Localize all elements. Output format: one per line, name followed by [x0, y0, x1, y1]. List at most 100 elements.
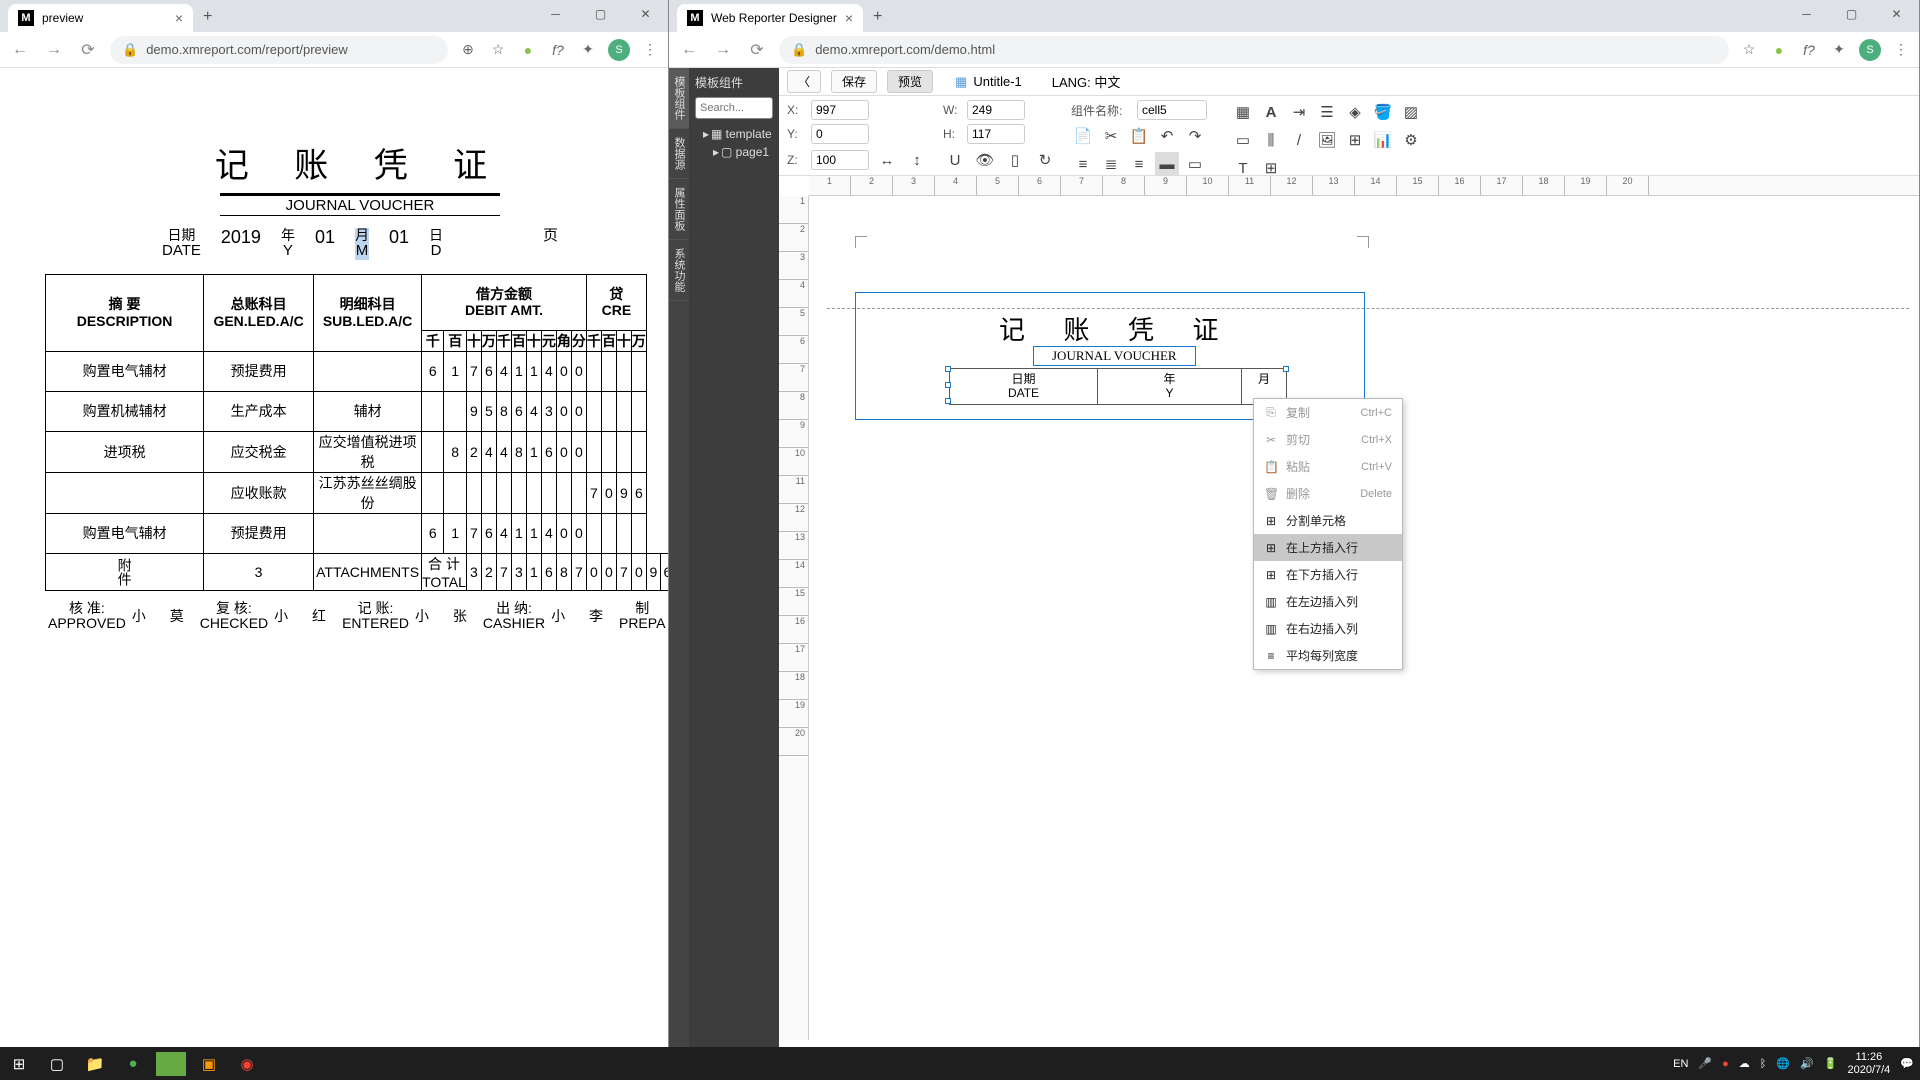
y-input[interactable] — [811, 124, 869, 144]
reload-icon[interactable]: ⟳ — [745, 40, 769, 60]
sidebar-tab[interactable]: 数据源 — [669, 129, 689, 179]
tray-vol-icon[interactable]: 🔊 — [1800, 1057, 1814, 1070]
star-icon[interactable]: ☆ — [488, 41, 508, 58]
tray-rec-icon[interactable]: ● — [1722, 1058, 1729, 1070]
close-button[interactable]: ✕ — [623, 0, 668, 28]
rotate-icon[interactable]: ↻ — [1033, 148, 1057, 172]
ctx-item[interactable]: ⊞在下方插入行 — [1254, 561, 1402, 588]
new-tab-button[interactable]: + — [193, 2, 222, 32]
app-icon[interactable] — [156, 1052, 186, 1076]
tray-mic-icon[interactable]: 🎤 — [1698, 1057, 1712, 1070]
reload-icon[interactable]: ⟳ — [76, 40, 100, 60]
gear-icon[interactable]: ⚙ — [1399, 128, 1423, 152]
task-view-icon[interactable]: ▢ — [38, 1047, 76, 1080]
tree-item-page1[interactable]: ▸▢ page1 — [695, 143, 773, 161]
profile-avatar[interactable]: S — [1859, 39, 1881, 61]
extensions-icon[interactable]: ✦ — [578, 41, 598, 58]
line-icon[interactable]: / — [1287, 128, 1311, 152]
h-input[interactable] — [967, 124, 1025, 144]
tree-item-template[interactable]: ▸▦ template — [695, 125, 773, 143]
canvas-title-en[interactable]: JOURNAL VOUCHER — [1033, 346, 1196, 366]
clock[interactable]: 11:262020/7/4 — [1847, 1051, 1890, 1075]
ctx-item[interactable]: ⊞在上方插入行 — [1254, 534, 1402, 561]
fx-icon[interactable]: f? — [1799, 42, 1819, 58]
address-field[interactable]: 🔒 demo.xmreport.com/report/preview — [110, 36, 448, 64]
browser-tab[interactable]: M preview × — [8, 4, 193, 32]
tray-bt-icon[interactable]: ᛒ — [1760, 1058, 1767, 1070]
image-icon[interactable]: 🖼 — [1315, 128, 1339, 152]
arrows-h-icon[interactable]: ↔ — [875, 148, 899, 172]
eye-icon[interactable]: 👁 — [973, 148, 997, 172]
chrome-icon[interactable]: ● — [114, 1047, 152, 1080]
phone-icon[interactable]: ▯ — [1003, 148, 1027, 172]
list-icon[interactable]: ☰ — [1315, 100, 1339, 124]
preview-button[interactable]: 预览 — [887, 70, 933, 93]
minimize-button[interactable]: ─ — [533, 0, 578, 28]
notifications-icon[interactable]: 💬 — [1900, 1057, 1914, 1070]
z-input[interactable] — [811, 150, 869, 170]
design-canvas[interactable]: 记 账 凭 证 JOURNAL VOUCHER 日期DATE年Y月 ⎘复制Ctr… — [809, 196, 1919, 1040]
new-tab-button[interactable]: + — [863, 2, 892, 32]
compname-input[interactable] — [1137, 100, 1207, 120]
resize-handle[interactable] — [1283, 366, 1289, 372]
app2-icon[interactable]: ◉ — [228, 1047, 266, 1080]
stretch-icon[interactable]: ▭ — [1183, 152, 1207, 176]
back-icon[interactable]: ← — [677, 41, 701, 59]
minimize-button[interactable]: ─ — [1784, 0, 1829, 28]
address-field[interactable]: 🔒 demo.xmreport.com/demo.html — [779, 36, 1729, 64]
cut-icon[interactable]: ✂ — [1099, 124, 1123, 148]
profile-avatar[interactable]: S — [608, 39, 630, 61]
layers-icon[interactable]: ◈ — [1343, 100, 1367, 124]
sublime-icon[interactable]: ▣ — [190, 1047, 228, 1080]
fx-icon[interactable]: f? — [548, 42, 568, 58]
tray-bat-icon[interactable]: 🔋 — [1824, 1057, 1838, 1070]
tray-cloud-icon[interactable]: ☁ — [1739, 1057, 1750, 1070]
font-icon[interactable]: A — [1259, 100, 1283, 124]
table-icon[interactable]: ⊞ — [1343, 128, 1367, 152]
sidebar-tab[interactable]: 模板组件 — [669, 68, 689, 129]
extensions-icon[interactable]: ✦ — [1829, 41, 1849, 58]
align-right-icon[interactable]: ≡ — [1127, 152, 1151, 176]
ctx-item[interactable]: ▥在右边插入列 — [1254, 615, 1402, 642]
arrows-v-icon[interactable]: ↕ — [905, 148, 929, 172]
canvas-header-table[interactable]: 日期DATE年Y月 — [949, 368, 1287, 405]
maximize-button[interactable]: ▢ — [1829, 0, 1874, 28]
forward-icon[interactable]: → — [711, 41, 735, 59]
chart-icon[interactable]: 📊 — [1371, 128, 1395, 152]
resize-handle[interactable] — [945, 382, 951, 388]
align-center-icon[interactable]: ≣ — [1099, 152, 1123, 176]
fill-icon[interactable]: 🪣 — [1371, 100, 1395, 124]
back-button[interactable]: 〈 — [787, 70, 821, 93]
dot-icon[interactable]: ● — [1769, 42, 1789, 58]
indent-icon[interactable]: ⇥ — [1287, 100, 1311, 124]
forward-icon[interactable]: → — [42, 41, 66, 59]
ctx-item[interactable]: ▥在左边插入列 — [1254, 588, 1402, 615]
copy-icon[interactable]: 📄 — [1071, 124, 1095, 148]
sidebar-tab[interactable]: 属性面板 — [669, 179, 689, 240]
resize-handle[interactable] — [945, 366, 951, 372]
pattern-icon[interactable]: ▨ — [1399, 100, 1423, 124]
x-input[interactable] — [811, 100, 869, 120]
menu-icon[interactable]: ⋮ — [640, 41, 660, 58]
sidebar-tab[interactable]: 系统功能 — [669, 240, 689, 301]
dot-icon[interactable]: ● — [518, 42, 538, 58]
search-icon[interactable]: ⊕ — [458, 41, 478, 58]
start-button[interactable]: ⊞ — [0, 1047, 38, 1080]
ctx-item[interactable]: ≡平均每列宽度 — [1254, 642, 1402, 669]
ctx-item[interactable]: ⊞分割单元格 — [1254, 507, 1402, 534]
ime-indicator[interactable]: EN — [1673, 1058, 1688, 1070]
paste-icon[interactable]: 📋 — [1127, 124, 1151, 148]
canvas-title-cn[interactable]: 记 账 凭 证 — [999, 310, 1235, 347]
resize-handle[interactable] — [945, 398, 951, 404]
save-button[interactable]: 保存 — [831, 70, 877, 93]
explorer-icon[interactable]: 📁 — [76, 1047, 114, 1080]
w-input[interactable] — [967, 100, 1025, 120]
tree-search-input[interactable] — [695, 97, 773, 119]
browser-tab[interactable]: M Web Reporter Designer × — [677, 4, 863, 32]
menu-icon[interactable]: ⋮ — [1891, 41, 1911, 58]
close-icon[interactable]: × — [845, 10, 853, 26]
redo-icon[interactable]: ↷ — [1183, 124, 1207, 148]
back-icon[interactable]: ← — [8, 41, 32, 59]
close-button[interactable]: ✕ — [1874, 0, 1919, 28]
barcode-icon[interactable]: ⫼ — [1259, 128, 1283, 152]
